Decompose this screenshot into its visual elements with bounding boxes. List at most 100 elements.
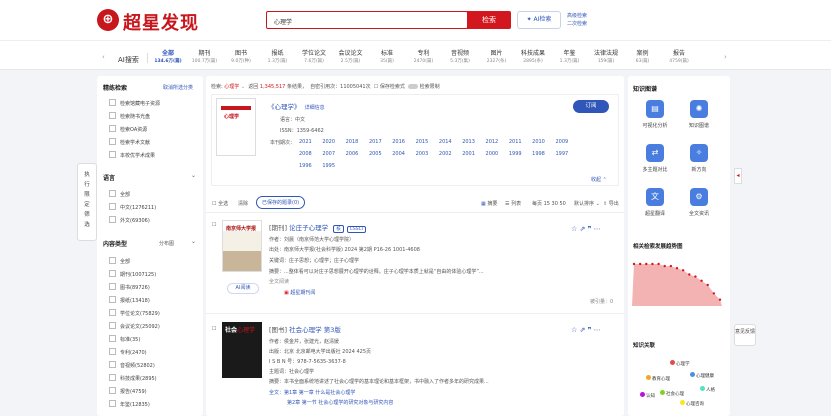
item-checkbox[interactable]: ☐ (212, 326, 216, 332)
item-cover-book[interactable]: 社会心理学 (222, 322, 262, 378)
trend-point[interactable] (700, 279, 703, 282)
relation-node[interactable]: 心理学 (670, 360, 690, 367)
relation-node[interactable]: 教育心理 (646, 375, 670, 382)
relation-node[interactable]: 社会心理 (660, 390, 684, 397)
logo-text[interactable]: 超星发现 (123, 9, 199, 35)
type-filter-checkbox[interactable]: 年鉴(12835) (109, 400, 150, 408)
lang-all[interactable]: 全部 (109, 190, 130, 198)
clear-link[interactable]: 清除 (238, 200, 248, 207)
search-input[interactable]: 心理学 (266, 11, 468, 29)
item-title-link[interactable]: 社会心理学 第3版 (289, 326, 341, 334)
trend-point[interactable] (638, 262, 642, 266)
feedback-button[interactable]: 意见反馈 (734, 324, 756, 346)
sort-selector[interactable]: 默认排序 ⌄ (574, 200, 600, 207)
toggle-switch[interactable] (408, 84, 419, 89)
category-tab[interactable]: 案例 63(篇) (628, 48, 658, 64)
star-icon[interactable]: ☆ (571, 225, 577, 233)
trend-point[interactable] (694, 275, 697, 278)
ai-search-button[interactable]: ✦ AI检索 (517, 11, 561, 29)
relation-node[interactable]: 人格 (700, 386, 715, 393)
category-tab[interactable]: 全部 134.6万(篇) (153, 48, 183, 64)
search-button[interactable]: 检索 (467, 11, 511, 29)
translate-icon[interactable]: 文 (646, 188, 664, 206)
category-tab[interactable]: 图片 2327(条) (482, 48, 512, 64)
type-filter-checkbox[interactable]: 专利(2470) (109, 348, 147, 356)
chevron-down-icon[interactable]: ⌄ (191, 172, 196, 179)
journal-detail-link[interactable]: 详细信息 (305, 105, 325, 111)
select-all-checkbox[interactable]: ☐ 全选 (212, 200, 228, 207)
checkbox-cd[interactable]: 检索随书光盘 (109, 112, 150, 120)
lang-chinese[interactable]: 中文(1276211) (109, 203, 156, 211)
news-icon[interactable]: ⚙ (690, 188, 708, 206)
trend-point[interactable] (688, 273, 691, 276)
more-icon[interactable]: ⋯ (594, 326, 601, 334)
subscribe-button[interactable]: 订阅 (573, 100, 609, 113)
trend-point[interactable] (663, 264, 666, 268)
trend-point[interactable] (651, 262, 654, 266)
category-tab[interactable]: 报纸 1.3万(篇) (263, 48, 293, 64)
saved-records-button[interactable]: 已保存的题录(0) (256, 196, 306, 209)
type-filter-checkbox[interactable]: 报纸(13418) (109, 296, 150, 304)
trend-point[interactable] (645, 262, 648, 266)
page-size-selector[interactable]: 每页 15 30 50 (532, 200, 566, 207)
category-tab[interactable]: 学位论文 7.6万(篇) (299, 48, 329, 64)
chevron-down-icon[interactable]: ⌄ (191, 238, 196, 245)
category-tab[interactable]: 报告 4759(篇) (664, 48, 694, 64)
years-row-3[interactable]: 1996 1995 (299, 163, 335, 169)
advanced-search-link[interactable]: 高级检索 (567, 12, 587, 20)
secondary-search-link[interactable]: 二次检索 (567, 20, 587, 28)
distribution-link[interactable]: 分布图 (159, 240, 174, 247)
type-filter-checkbox[interactable]: 会议论文(25092) (109, 322, 160, 330)
relation-node[interactable]: 心理咨询 (680, 400, 704, 407)
trend-point[interactable] (632, 262, 636, 266)
type-filter-checkbox[interactable]: 报告(4759) (109, 387, 147, 395)
category-tab[interactable]: 专利 2470(篇) (409, 48, 439, 64)
type-filter-checkbox[interactable]: 标准(35) (109, 335, 140, 343)
ai-read-button[interactable]: AI阅读 (227, 283, 259, 294)
collapse-link[interactable]: 收起 ⌃ (591, 176, 607, 183)
logo-icon[interactable]: ⊕ (97, 9, 119, 31)
cancel-selection-link[interactable]: 取消所选分类 (163, 84, 193, 91)
type-filter-checkbox[interactable]: 全部 (109, 257, 130, 265)
type-filter-checkbox[interactable]: 音视频(52802) (109, 361, 155, 369)
category-tab[interactable]: 音视频 5.3万(集) (445, 48, 475, 64)
compare-icon[interactable]: ⇄ (646, 144, 664, 162)
graph-icon[interactable]: ✺ (690, 100, 708, 118)
filter-vertical-tab[interactable]: 执 行 限 定 筛 选 (77, 163, 97, 241)
chevron-right-icon[interactable]: › (724, 53, 727, 61)
cite-icon[interactable]: ❞ (588, 326, 592, 334)
checkbox-e-resources[interactable]: 检索馆藏电子资源 (109, 99, 160, 107)
type-filter-checkbox[interactable]: 科技成果(2895) (109, 374, 157, 382)
journal-title[interactable]: 《心理学》 (268, 103, 301, 111)
compass-icon[interactable]: ✧ (690, 144, 708, 162)
chevron-left-icon[interactable]: ‹ (102, 53, 105, 61)
trend-point[interactable] (718, 298, 722, 301)
trend-point[interactable] (712, 292, 716, 295)
trend-point[interactable] (675, 267, 679, 270)
checkbox-oa[interactable]: 检索OA资源 (109, 125, 147, 133)
years-row-2[interactable]: 2008 2007 2006 2005 2004 2003 2002 2001 … (299, 151, 568, 157)
relation-node[interactable]: 心理健康 (690, 372, 714, 379)
ai-tab[interactable]: AI搜索 (118, 55, 139, 65)
trend-point[interactable] (681, 269, 685, 272)
lang-foreign[interactable]: 外文(69306) (109, 216, 150, 224)
category-tab[interactable]: 标准 35(篇) (372, 48, 402, 64)
journal-cover[interactable]: 心理学 (216, 98, 256, 156)
type-filter-checkbox[interactable]: 图书(89726) (109, 283, 150, 291)
export-button[interactable]: ⇪ 导出 (603, 200, 619, 207)
chaoxing-read-link[interactable]: ▣ 超星期刊阅 (284, 289, 315, 296)
chart-icon[interactable]: ▤ (646, 100, 664, 118)
list-view-button[interactable]: ☰ 列表 (505, 200, 521, 207)
checkbox-school[interactable]: 本校优学术成果 (109, 151, 155, 159)
checkbox-academic[interactable]: 检索学术文献 (109, 138, 150, 146)
more-icon[interactable]: ⋯ (594, 225, 601, 233)
category-tab[interactable]: 科技成果 2895(条) (518, 48, 548, 64)
category-tab[interactable]: 法律法规 159(篇) (591, 48, 621, 64)
item-checkbox[interactable]: ☐ (212, 222, 216, 228)
trend-chart[interactable] (632, 254, 726, 312)
category-tab[interactable]: 会议论文 2.5万(篇) (336, 48, 366, 64)
trend-point[interactable] (669, 264, 673, 268)
save-query-checkbox[interactable]: ☐ 保存检索式 (374, 84, 405, 90)
share-icon[interactable]: ⇗ (580, 225, 586, 233)
years-row-1[interactable]: 2021 2020 2018 2017 2016 2015 2014 2013 … (299, 139, 568, 145)
